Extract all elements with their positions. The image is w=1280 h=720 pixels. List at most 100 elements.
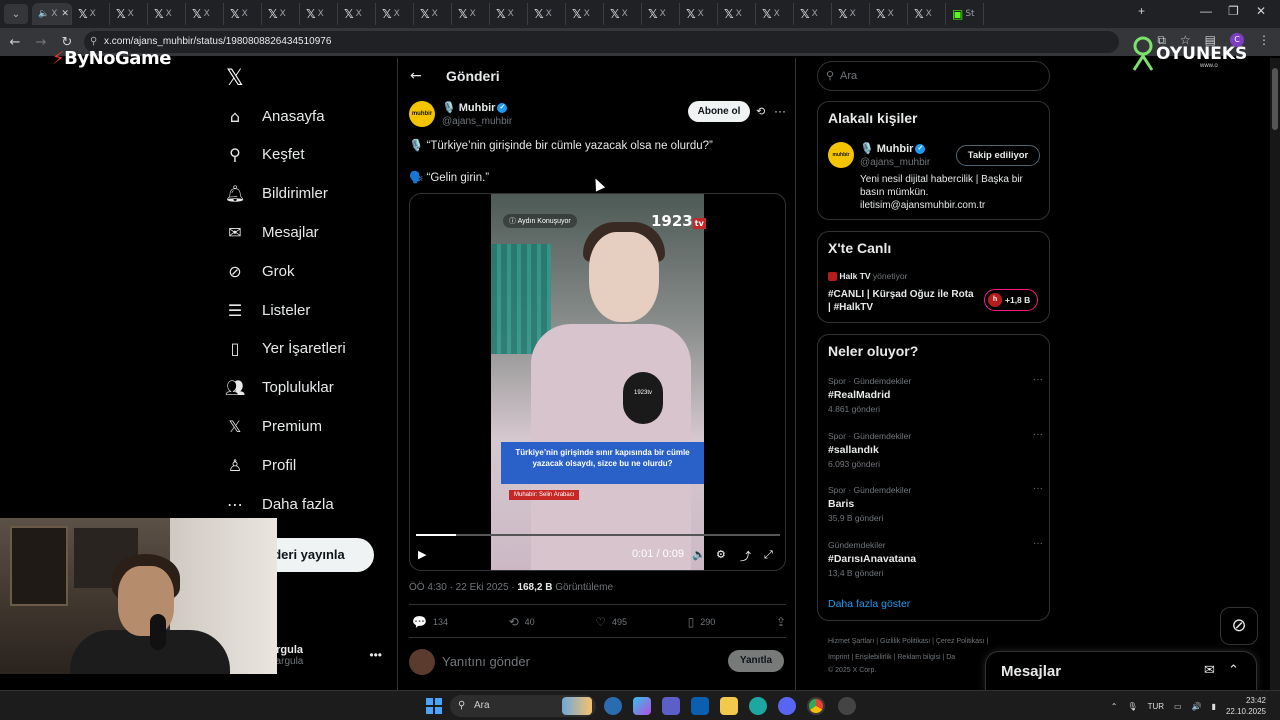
subscribe-button[interactable]: Abone ol (688, 101, 750, 122)
repost-stat[interactable]: ⟲ 40 (509, 615, 535, 629)
volume-icon[interactable]: 🔊 (1192, 702, 1202, 711)
windows-start-icon[interactable] (426, 698, 442, 714)
browser-tab[interactable]: 𝕏X (604, 3, 642, 25)
microphone-icon[interactable]: 🎙 (1127, 702, 1137, 711)
browser-tab[interactable]: 𝕏X (490, 3, 528, 25)
sidebar-item[interactable]: ▯ Yer İşaretleri (222, 335, 346, 363)
browser-tab[interactable]: 𝕏X (756, 3, 794, 25)
live-host[interactable]: Halk TV yönetiyor (828, 271, 907, 282)
reply-button[interactable]: Yanıtla (728, 650, 784, 672)
footer-line[interactable]: Hizmet Şartları | Gizlilik Politikası | … (828, 634, 1058, 650)
store-icon[interactable] (691, 697, 709, 715)
browser-tab[interactable]: 𝕏X (680, 3, 718, 25)
trend-more-icon[interactable]: ··· (1033, 429, 1043, 440)
browser-tab[interactable]: 𝕏X (832, 3, 870, 25)
app-icon[interactable] (604, 697, 622, 715)
browser-tab[interactable]: 𝕏X (908, 3, 946, 25)
trend-item[interactable]: Gündemdekiler #DarısıAnavatana 13,4 B gönd… (828, 538, 1043, 578)
x-logo-icon[interactable]: 𝕏 (226, 66, 244, 91)
author-info[interactable]: 🎙️ Muhbir ✓ @ajans_muhbir (442, 101, 512, 127)
video-progress-bar[interactable] (416, 534, 780, 536)
trend-item[interactable]: Spor · Gündemdekiler #RealMadrid 4.861 gön… (828, 374, 1043, 414)
app-icon[interactable] (838, 697, 856, 715)
pip-icon[interactable]: ⤴ (740, 548, 751, 564)
sidebar-item[interactable]: 𝕏 Premium (222, 412, 322, 440)
browser-tab[interactable]: 𝕏X (338, 3, 376, 25)
browser-tab[interactable]: 𝕏X (718, 3, 756, 25)
related-avatar[interactable]: muhbir (828, 142, 854, 168)
browser-tab[interactable]: 𝕏X (870, 3, 908, 25)
browser-tab[interactable]: 𝕏X (224, 3, 262, 25)
browser-tab[interactable]: ▣ St (946, 3, 984, 25)
sidebar-item[interactable]: ⌂ Anasayfa (222, 102, 325, 130)
sidebar-item[interactable]: 🔔︎ Bildirimler (222, 180, 328, 208)
file-explorer-icon[interactable] (720, 697, 738, 715)
trend-item[interactable]: Spor · Gündemdekiler #sallandık 6.093 gönd… (828, 429, 1043, 469)
network-icon[interactable]: ▭ (1174, 702, 1182, 711)
show-more-link[interactable]: Daha fazla göster (828, 598, 910, 610)
trend-more-icon[interactable]: ··· (1033, 483, 1043, 494)
tab-list-button[interactable]: ⌄ (4, 4, 28, 24)
grok-icon[interactable]: ⟲ (756, 105, 765, 118)
more-dots-icon[interactable]: ••• (369, 648, 382, 662)
edge-icon[interactable] (749, 697, 767, 715)
browser-tab[interactable]: 𝕏X (452, 3, 490, 25)
more-options-icon[interactable]: ··· (774, 104, 786, 118)
browser-tab[interactable]: 𝕏X (110, 3, 148, 25)
sidebar-item[interactable]: ☰ Listeler (222, 296, 311, 324)
page-scrollbar[interactable] (1270, 58, 1280, 690)
teams-icon[interactable] (662, 697, 680, 715)
chevron-up-icon[interactable]: ⌃ (1111, 702, 1118, 711)
browser-tab[interactable]: 𝕏X (528, 3, 566, 25)
browser-tab[interactable]: 𝕏X (300, 3, 338, 25)
browser-tab[interactable]: 𝕏X (72, 3, 110, 25)
bookmark-stat[interactable]: ▯ 290 (688, 615, 716, 629)
widgets-icon[interactable] (562, 697, 592, 715)
share-stat[interactable]: ⇪ (776, 615, 786, 629)
menu-icon[interactable]: ⋮ (1258, 33, 1270, 48)
browser-tab[interactable]: 𝕏X (642, 3, 680, 25)
search-input[interactable]: ⚲ Ara (817, 61, 1050, 91)
discord-icon[interactable] (778, 697, 796, 715)
play-icon[interactable]: ▶ (418, 548, 426, 561)
scrollbar-thumb[interactable] (1272, 68, 1278, 130)
browser-tab[interactable]: 𝕏X (186, 3, 224, 25)
sidebar-item[interactable]: ⋯ Daha fazla (222, 490, 334, 518)
chrome-icon[interactable] (807, 697, 825, 715)
trend-item[interactable]: Spor · Gündemdekiler Baris 35,9 B gönderi ·… (828, 483, 1043, 523)
sidebar-item[interactable]: ⚲ Keşfet (222, 141, 304, 169)
reply-stat[interactable]: 💬 134 (412, 615, 448, 629)
new-tab-button[interactable]: + (1138, 4, 1145, 18)
copilot-icon[interactable] (633, 697, 651, 715)
browser-tab[interactable]: 𝕏X (262, 3, 300, 25)
author-avatar[interactable]: muhbir (409, 101, 435, 127)
sidebar-item[interactable]: ⊘ Grok (222, 257, 294, 285)
grok-fab-icon[interactable]: ⊘ (1220, 607, 1258, 645)
account-switcher[interactable]: argula hargula ••• (270, 644, 388, 667)
language-indicator[interactable]: TUR (1148, 702, 1164, 711)
fullscreen-icon[interactable]: ⤢ (764, 548, 773, 562)
video-player[interactable]: 1923tv ⓘ Aydın Konuşuyor 1923 tv Türkiye’… (409, 193, 786, 571)
close-tab-icon[interactable]: ✕ (61, 9, 69, 19)
related-name[interactable]: 🎙️ Muhbir ✓ (860, 142, 926, 155)
back-button[interactable]: ← (4, 35, 26, 50)
battery-icon[interactable]: ▮ (1212, 702, 1216, 711)
expand-icon[interactable]: ⌃ (1228, 663, 1239, 678)
address-bar[interactable]: ⚲ x.com/ajans_muhbir/status/198080882643… (84, 31, 1119, 53)
back-arrow-icon[interactable]: ← (410, 68, 422, 84)
settings-gear-icon[interactable]: ⚙ (716, 548, 726, 561)
maximize-button[interactable]: ❐ (1228, 4, 1239, 18)
browser-tab[interactable]: 𝕏X (376, 3, 414, 25)
close-window-button[interactable]: ✕ (1256, 4, 1266, 18)
browser-tab[interactable]: 𝕏X (566, 3, 604, 25)
sidebar-item[interactable]: ✉ Mesajlar (222, 218, 318, 246)
live-listeners-pill[interactable]: h +1,8 B (984, 289, 1038, 311)
reply-input[interactable]: Yanıtını gönder (442, 654, 530, 669)
browser-tab[interactable]: 𝕏X (794, 3, 832, 25)
like-stat[interactable]: ♡ 495 (595, 615, 627, 629)
trend-more-icon[interactable]: ··· (1033, 374, 1043, 385)
forward-button[interactable]: → (30, 35, 52, 50)
browser-tab[interactable]: 𝕏X (414, 3, 452, 25)
trend-more-icon[interactable]: ··· (1033, 538, 1043, 549)
clock[interactable]: 23:42 22.10.2025 (1226, 695, 1266, 717)
